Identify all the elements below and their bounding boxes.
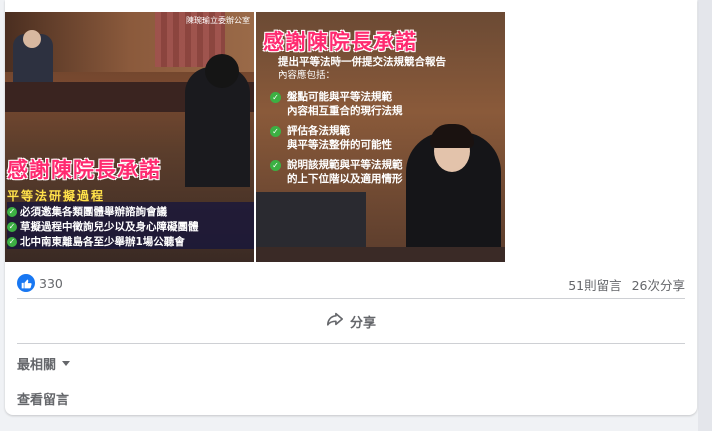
page-scrollbar-gutter <box>698 0 712 431</box>
shares-count-link[interactable]: 26次分享 <box>632 275 685 294</box>
sort-label: 最相關 <box>17 358 57 373</box>
comments-count-link[interactable]: 51則留言 <box>568 275 621 294</box>
photo-right-label: 內容應包括： <box>278 70 336 81</box>
post-stats: 51則留言 26次分享 <box>568 275 685 294</box>
reaction-count: 330 <box>39 275 63 291</box>
post-photo-left[interactable]: 陳琬瑜立委辦公室 感謝陳院長承諾 平等法研擬過程 ✓ 必須邀集各類團體舉辦諮詢會議… <box>5 12 254 262</box>
list-item: ✓ 北中南東離島各至少舉辦1場公聽會 <box>7 236 185 248</box>
check-icon: ✓ <box>270 160 281 171</box>
photo-right-list: ✓ 盤點可能與平等法規範 內容相互重合的現行法規 ✓ 評估各法規範 與平等法整併的可… <box>270 90 490 192</box>
post-card: 陳琬瑜立委辦公室 感謝陳院長承諾 平等法研擬過程 ✓ 必須邀集各類團體舉辦諮詢會議… <box>5 0 697 415</box>
list-item: ✓ 評估各法規範 與平等法整併的可能性 <box>270 124 490 152</box>
person-head <box>23 30 41 48</box>
reaction-summary[interactable]: 330 <box>17 274 63 292</box>
comment-sort-dropdown[interactable]: 最相關 <box>17 354 71 373</box>
divider <box>17 298 685 299</box>
check-icon: ✓ <box>270 126 281 137</box>
list-item: ✓ 盤點可能與平等法規範 內容相互重合的現行法規 <box>270 90 490 118</box>
post-photo-right[interactable]: 感謝陳院長承諾 提出平等法時一併提交法規競合報告 內容應包括： ✓ 盤點可能與平… <box>256 12 505 262</box>
like-icon <box>17 274 35 292</box>
speaker-head <box>205 54 239 88</box>
check-icon: ✓ <box>7 221 17 232</box>
chevron-down-icon <box>62 361 71 366</box>
photo-left-title: 感謝陳院長承諾 <box>7 158 161 182</box>
share-icon <box>326 310 344 332</box>
check-icon: ✓ <box>7 206 17 217</box>
list-item: ✓ 必須邀集各類團體舉辦諮詢會議 <box>7 206 167 218</box>
photo-left-list: ✓ 必須邀集各類團體舉辦諮詢會議 ✓ 草擬過程中徵詢兒少以及身心障礙團體 ✓ 北中南東… <box>7 202 254 249</box>
view-comments-link[interactable]: 查看留言 <box>17 389 69 408</box>
photo-right-title: 感謝陳院長承諾 <box>263 30 417 54</box>
desk-shape <box>256 247 505 262</box>
check-icon: ✓ <box>270 92 281 103</box>
share-button[interactable]: 分享 <box>17 303 685 339</box>
photo-credit: 陳琬瑜立委辦公室 <box>186 16 250 25</box>
divider <box>17 343 685 344</box>
check-icon: ✓ <box>7 236 17 247</box>
share-label: 分享 <box>349 315 376 331</box>
list-item: ✓ 草擬過程中徵詢兒少以及身心障礙團體 <box>7 221 199 233</box>
list-item: ✓ 說明該規範與平等法規範 的上下位階以及適用情形 <box>270 158 490 186</box>
